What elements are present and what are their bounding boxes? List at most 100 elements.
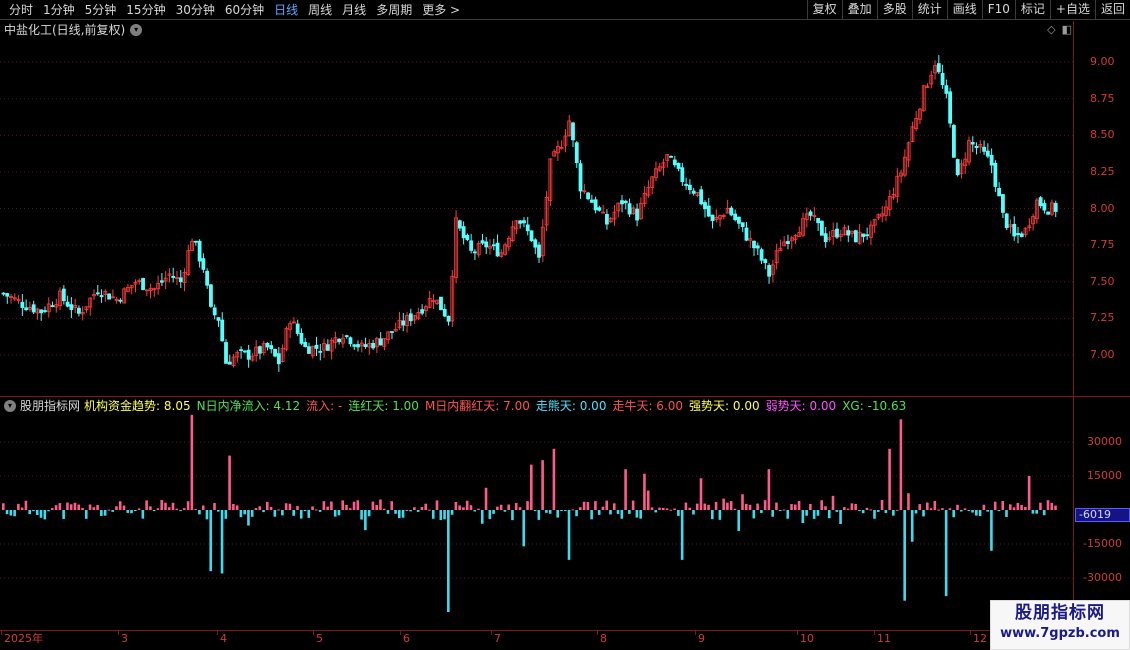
candle-body bbox=[337, 338, 342, 343]
period-tab[interactable]: 1分钟 bbox=[38, 0, 80, 20]
candle-body bbox=[518, 220, 523, 224]
indicator-bar bbox=[348, 508, 352, 510]
candle-body bbox=[605, 213, 609, 225]
indicator-bar bbox=[545, 510, 548, 513]
indicator-bar bbox=[820, 500, 823, 510]
toolbar-button[interactable]: 复权 bbox=[806, 0, 842, 20]
period-tab[interactable]: 周线 bbox=[303, 0, 337, 20]
indicator-bar bbox=[69, 504, 73, 510]
date-label: 10 bbox=[800, 632, 814, 645]
indicator-bar bbox=[884, 510, 888, 514]
indicator-bar bbox=[861, 510, 865, 514]
date-label: 11 bbox=[877, 632, 891, 645]
indicator-bar bbox=[420, 507, 424, 510]
indicator-bar bbox=[963, 508, 967, 510]
indicator-bar bbox=[394, 510, 397, 514]
price-tick-label: 8.50 bbox=[1090, 128, 1115, 142]
period-tab[interactable]: 月线 bbox=[337, 0, 371, 20]
candle-body bbox=[325, 344, 330, 351]
indicator-bar bbox=[831, 495, 835, 510]
period-tab[interactable]: 60分钟 bbox=[220, 0, 269, 20]
candle-body bbox=[303, 342, 308, 348]
indicator-bar bbox=[695, 503, 699, 510]
candle-body bbox=[997, 188, 1002, 197]
indicator-bar bbox=[303, 510, 307, 511]
indicator-bar bbox=[330, 501, 333, 510]
indicator-bar bbox=[571, 509, 575, 511]
indicator-bar bbox=[318, 510, 322, 512]
toolbar-button[interactable]: 画线 bbox=[946, 0, 982, 20]
indicator-bar bbox=[454, 502, 458, 510]
toolbar-button[interactable]: 标记 bbox=[1014, 0, 1050, 20]
indicator-bar bbox=[914, 510, 918, 514]
indicator-bar bbox=[296, 505, 299, 510]
indicator-bar bbox=[850, 503, 854, 510]
indicator-bar bbox=[767, 469, 771, 510]
candle-body bbox=[835, 228, 839, 238]
candle-body bbox=[533, 239, 538, 248]
period-tab[interactable]: 30分钟 bbox=[171, 0, 220, 20]
candle-body bbox=[420, 309, 425, 314]
indicator-bar bbox=[646, 490, 650, 510]
indicator-bar bbox=[688, 507, 691, 510]
candle-body bbox=[446, 315, 451, 322]
indicator-tick-label: -30000 bbox=[1083, 571, 1122, 584]
indicator-chart[interactable] bbox=[0, 397, 1073, 630]
candle-body bbox=[65, 301, 70, 307]
toolbar-button[interactable]: 统计 bbox=[911, 0, 947, 20]
candle-body bbox=[314, 344, 319, 349]
indicator-bar bbox=[956, 504, 959, 510]
candle-body bbox=[525, 224, 530, 232]
toolbar-button[interactable]: +自选 bbox=[1049, 0, 1095, 20]
indicator-bar bbox=[326, 506, 329, 510]
indicator-bar bbox=[5, 510, 9, 515]
candle-body bbox=[744, 227, 749, 241]
indicator-bar bbox=[982, 504, 986, 510]
indicator-bar bbox=[1020, 505, 1023, 510]
date-tick bbox=[313, 631, 314, 635]
indicator-value: XG: -10.63 bbox=[842, 399, 907, 413]
candle-body bbox=[586, 192, 590, 200]
candle-body bbox=[940, 73, 945, 86]
indicator-bar bbox=[865, 507, 869, 510]
candle-body bbox=[465, 235, 470, 241]
candle-body bbox=[944, 85, 949, 94]
indicator-bar bbox=[299, 510, 303, 519]
indicator-bar bbox=[858, 510, 861, 511]
indicator-name: 股朋指标网 bbox=[20, 399, 81, 413]
candlestick-chart[interactable] bbox=[0, 21, 1073, 396]
period-tab[interactable]: 分时 bbox=[4, 0, 38, 20]
candle-body bbox=[491, 244, 496, 247]
indicator-bar bbox=[854, 503, 857, 510]
date-tick bbox=[695, 631, 696, 635]
indicator-bar bbox=[224, 510, 228, 519]
toolbar-button[interactable]: 返回 bbox=[1094, 0, 1130, 20]
indicator-bar bbox=[484, 487, 488, 510]
price-tick-label: 9.00 bbox=[1090, 55, 1115, 69]
indicator-bar bbox=[775, 502, 778, 510]
candle-body bbox=[295, 323, 300, 334]
indicator-bar bbox=[137, 508, 141, 510]
indicator-bar bbox=[971, 510, 974, 513]
indicator-bar bbox=[707, 504, 710, 510]
watermark: 股朋指标网 www.7gpzb.com bbox=[990, 600, 1130, 650]
chevron-down-icon[interactable]: ▾ bbox=[4, 400, 16, 412]
date-tick bbox=[118, 631, 119, 635]
toolbar-button[interactable]: 多股 bbox=[876, 0, 912, 20]
period-tab[interactable]: 15分钟 bbox=[121, 0, 170, 20]
candle-body bbox=[1, 292, 6, 295]
period-tab[interactable]: 日线 bbox=[269, 0, 303, 20]
candle-body bbox=[571, 122, 575, 141]
period-tab[interactable]: 更多 > bbox=[417, 0, 465, 20]
indicator-bar bbox=[1001, 500, 1005, 510]
period-tab[interactable]: 5分钟 bbox=[80, 0, 122, 20]
indicator-bar bbox=[405, 509, 409, 511]
candle-body bbox=[691, 190, 696, 194]
indicator-value: 强势天: 0.00 bbox=[689, 399, 760, 413]
toolbar-button[interactable]: 叠加 bbox=[841, 0, 877, 20]
indicator-bar bbox=[152, 510, 156, 511]
candle-body bbox=[952, 125, 956, 158]
toolbar-button[interactable]: F10 bbox=[981, 0, 1015, 20]
indicator-bar bbox=[760, 510, 763, 513]
period-tab[interactable]: 多周期 bbox=[371, 0, 417, 20]
